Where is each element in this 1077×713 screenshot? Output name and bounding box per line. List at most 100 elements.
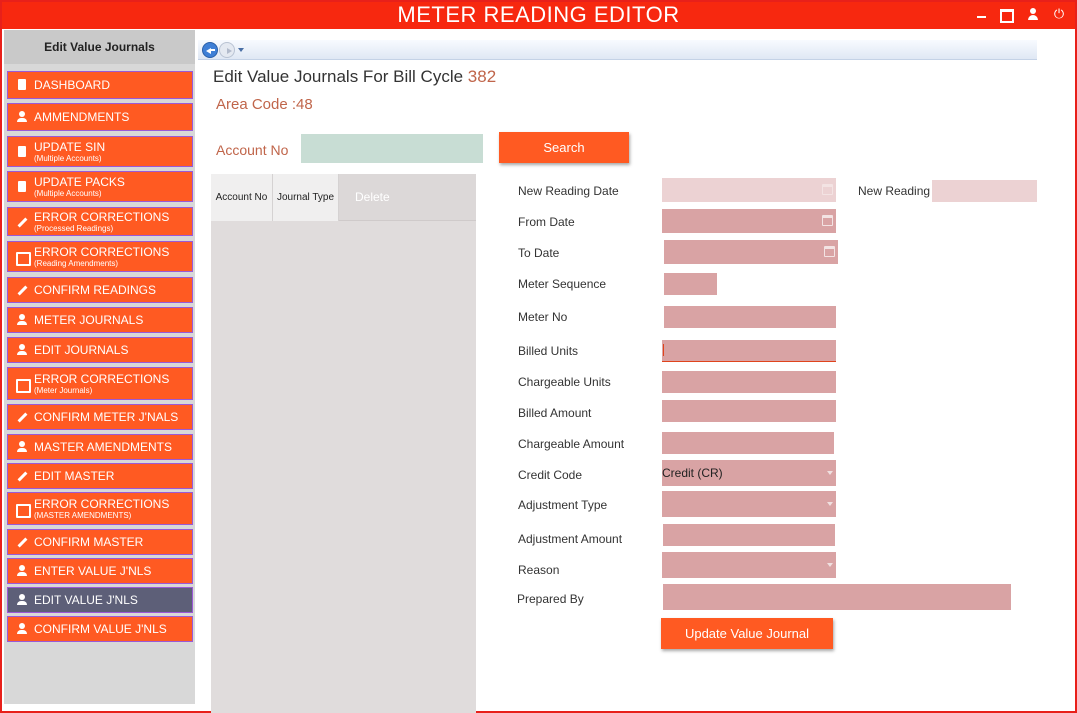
prepared-by-label: Prepared By [517,592,584,606]
sidebar-item-edit-journals[interactable]: EDIT JOURNALS [7,337,193,363]
sidebar-item-title: UPDATE SIN [34,139,106,154]
calendar-icon[interactable] [822,215,833,226]
adjustment-type-label: Adjustment Type [518,498,608,512]
sidebar-item-error-corrections-meter-journals[interactable]: ERROR CORRECTIONS (Meter Journals) [7,367,193,400]
sidebar-item-title: ERROR CORRECTIONS [34,496,170,511]
forward-icon[interactable] [219,42,235,58]
sidebar-item-label: UPDATE SIN (Multiple Accounts) [34,139,106,163]
user-icon [14,563,30,579]
new-reading-input[interactable] [932,180,1037,202]
chevron-down-icon [827,502,833,506]
billed-units-input[interactable] [662,340,836,362]
sidebar-item-confirm-master[interactable]: CONFIRM MASTER [7,529,193,555]
grid-header: Account No Journal Type Delete [211,174,476,221]
prepared-by-input[interactable] [663,584,1011,610]
header-divider [339,220,476,221]
sidebar-item-title: ERROR CORRECTIONS [34,209,170,224]
sidebar-item-title: ERROR CORRECTIONS [34,371,170,386]
sidebar-item-label: ENTER VALUE J'NLS [34,564,151,578]
calendar-icon[interactable] [824,246,835,257]
credit-code-value: Credit (CR) [662,466,723,480]
pen-icon [14,409,30,425]
new-reading-date-input[interactable] [662,178,836,202]
power-icon[interactable]: ⏻ [1051,6,1067,22]
sidebar-item-label: CONFIRM METER J'NALS [34,410,178,424]
sidebar-item-label: UPDATE PACKS (Multiple Accounts) [34,174,125,198]
search-button[interactable]: Search [499,132,629,163]
pen-icon [14,534,30,550]
chargeable-units-label: Chargeable Units [518,375,611,389]
pen-icon [14,468,30,484]
sidebar-item-confirm-meter-j-nals[interactable]: CONFIRM METER J'NALS [7,404,193,430]
page-title-text: Edit Value Journals For Bill Cycle [213,67,464,86]
update-value-journal-button[interactable]: Update Value Journal [661,618,833,649]
account-no-input[interactable] [301,134,483,163]
credit-code-select[interactable]: Credit (CR) [662,460,836,486]
pen-icon [14,214,30,230]
sidebar-item-update-packs-multiple-accounts[interactable]: UPDATE PACKS (Multiple Accounts) [7,171,193,202]
reason-select[interactable] [662,552,836,578]
column-account-no[interactable]: Account No [211,174,273,221]
to-date-input[interactable] [664,240,838,264]
sidebar-item-meter-journals[interactable]: METER JOURNALS [7,307,193,333]
list-icon [14,249,31,266]
sidebar-item-master-amendments[interactable]: MASTER AMENDMENTS [7,434,193,460]
history-dropdown-icon[interactable] [238,48,244,52]
sidebar-item-error-corrections-reading-amendments[interactable]: ERROR CORRECTIONS (Reading Amendments) [7,241,193,272]
sidebar-item-confirm-readings[interactable]: CONFIRM READINGS [7,277,193,303]
sidebar-item-label: AMMENDMENTS [34,110,129,124]
sidebar-item-title: CONFIRM MASTER [34,534,144,549]
sidebar-item-confirm-value-j-nls[interactable]: CONFIRM VALUE J'NLS [7,616,193,642]
user-icon [14,592,30,608]
sidebar-item-title: UPDATE PACKS [34,174,125,189]
sidebar-item-ammendments[interactable]: AMMENDMENTS [7,103,193,131]
sidebar-item-enter-value-j-nls[interactable]: ENTER VALUE J'NLS [7,558,193,584]
maximize-icon[interactable] [999,6,1015,22]
back-icon[interactable] [202,42,218,58]
column-delete[interactable]: Delete [339,174,476,221]
sidebar-item-label: DASHBOARD [34,77,111,92]
sidebar-item-label: EDIT MASTER [34,469,114,483]
sidebar-item-title: DASHBOARD [34,77,111,92]
adjustment-amount-input[interactable] [663,524,835,546]
sidebar-item-title: MASTER AMENDMENTS [34,439,173,454]
user-icon [14,439,30,455]
adjustment-type-select[interactable] [662,491,836,517]
sidebar-item-error-corrections-processed-readings[interactable]: ERROR CORRECTIONS (Processed Readings) [7,207,193,236]
meter-sequence-input[interactable] [664,273,717,295]
sidebar-item-edit-master[interactable]: EDIT MASTER [7,463,193,489]
sidebar-item-edit-value-j-nls[interactable]: EDIT VALUE J'NLS [7,587,193,613]
calendar-icon[interactable] [822,184,833,195]
minimize-icon[interactable] [973,6,989,22]
sidebar-item-subtitle: (Meter Journals) [34,385,93,395]
user-icon[interactable] [1025,6,1041,22]
credit-code-label: Credit Code [518,468,583,482]
sidebar-item-dashboard[interactable]: DASHBOARD [7,71,193,99]
sidebar-item-label: CONFIRM READINGS [34,283,156,297]
from-date-input[interactable] [662,209,836,233]
sidebar-item-subtitle: (Processed Readings) [34,223,114,233]
user-icon [14,109,30,125]
sidebar-item-title: ERROR CORRECTIONS [34,244,170,259]
sidebar-item-subtitle: (Multiple Accounts) [34,188,102,198]
column-journal-type[interactable]: Journal Type [273,174,339,221]
sidebar-header: Edit Value Journals [4,30,195,64]
meter-no-input[interactable] [664,306,836,328]
billed-amount-input[interactable] [662,400,836,422]
page-title: Edit Value Journals For Bill Cycle 382 [213,67,496,87]
document-icon [14,144,30,160]
new-reading-label: New Reading [858,184,931,198]
area-code: Area Code :48 [216,96,313,113]
sidebar-item-update-sin-multiple-accounts[interactable]: UPDATE SIN (Multiple Accounts) [7,136,193,167]
sidebar-item-label: ERROR CORRECTIONS (Meter Journals) [34,371,170,395]
to-date-label: To Date [518,246,560,260]
document-icon [14,77,30,93]
sidebar-item-label: ERROR CORRECTIONS (Reading Amendments) [34,244,170,268]
sidebar-item-title: CONFIRM VALUE J'NLS [34,621,167,636]
chargeable-amount-input[interactable] [662,432,834,454]
chargeable-units-input[interactable] [662,371,836,393]
sidebar-item-title: EDIT JOURNALS [34,342,129,357]
sidebar: Edit Value Journals DASHBOARD AMMENDMENTS… [4,30,195,704]
list-icon [14,376,31,393]
sidebar-item-error-corrections-master-amendments[interactable]: ERROR CORRECTIONS (MASTER AMENDMENTS) [7,492,193,525]
